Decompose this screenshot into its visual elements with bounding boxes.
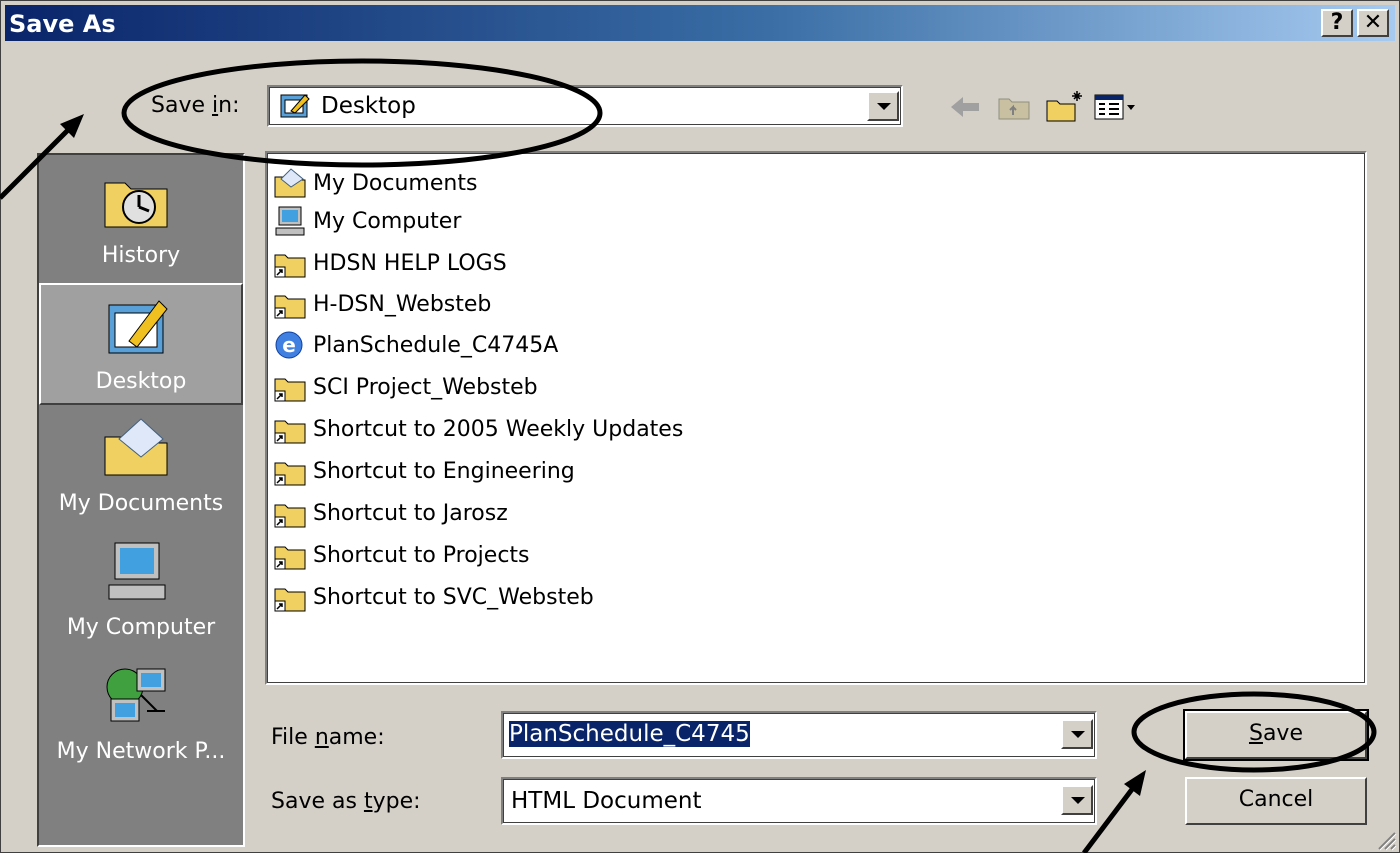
save-type-value: HTML Document — [511, 788, 702, 814]
resize-grip-icon[interactable] — [1373, 827, 1397, 851]
desktop-icon — [280, 94, 310, 118]
list-item[interactable]: Shortcut to Engineering — [273, 453, 575, 489]
file-name-input[interactable]: PlanSchedule_C4745 — [509, 721, 750, 747]
place-label: History — [101, 243, 181, 268]
file-name: H-DSN_Websteb — [313, 291, 492, 317]
save-in-value: Desktop — [321, 93, 416, 119]
place-network[interactable]: My Network P... — [39, 655, 243, 777]
window-title: Save As — [9, 10, 116, 38]
place-history[interactable]: History — [39, 159, 243, 281]
file-name: SCI Project_Websteb — [313, 374, 538, 400]
file-name: PlanSchedule_C4745A — [313, 332, 559, 358]
title-bar[interactable]: Save As ? ✕ — [5, 5, 1395, 41]
place-desktop[interactable]: Desktop — [39, 283, 243, 405]
place-label: My Network P... — [56, 739, 226, 764]
history-icon — [104, 182, 168, 228]
network-places-icon — [106, 668, 166, 722]
list-item[interactable]: HDSN HELP LOGS — [273, 245, 507, 281]
cancel-button[interactable]: Cancel — [1185, 777, 1367, 825]
file-name-dropdown-button[interactable] — [1061, 719, 1093, 749]
save-in-dropdown-button[interactable] — [867, 91, 899, 121]
place-my-documents[interactable]: My Documents — [39, 407, 243, 529]
save-as-dialog: Save As ? ✕ Save in: Desktop History Des… — [0, 0, 1400, 853]
folder-shortcut-icon — [274, 588, 306, 612]
up-folder-icon[interactable] — [993, 87, 1037, 127]
file-list[interactable]: My Documents My Computer HDSN HELP LOGS — [265, 151, 1367, 685]
file-name: Shortcut to 2005 Weekly Updates — [313, 416, 684, 442]
list-item[interactable]: Shortcut to Jarosz — [273, 495, 508, 531]
place-label: Desktop — [95, 369, 187, 394]
file-name-combo[interactable]: PlanSchedule_C4745 — [501, 711, 1097, 759]
folder-shortcut-icon — [274, 254, 306, 278]
list-item[interactable]: SCI Project_Websteb — [273, 369, 538, 405]
file-name: Shortcut to Engineering — [313, 458, 575, 484]
list-item[interactable]: H-DSN_Websteb — [273, 286, 491, 322]
file-name: Shortcut to SVC_Websteb — [313, 584, 594, 610]
places-bar: History Desktop My Documents My Computer… — [37, 153, 245, 847]
desktop-icon — [108, 300, 168, 354]
new-folder-icon[interactable] — [1043, 87, 1087, 127]
file-name: My Computer — [313, 208, 462, 234]
folder-shortcut-icon — [274, 378, 306, 402]
folder-shortcut-icon — [274, 462, 306, 486]
back-arrow-icon[interactable] — [943, 87, 987, 127]
save-in-combo[interactable]: Desktop — [267, 85, 903, 127]
svg-text:e: e — [282, 333, 296, 357]
folder-shortcut-icon — [274, 546, 306, 570]
list-item[interactable]: My Computer — [273, 203, 461, 239]
my-documents-icon — [274, 168, 306, 198]
folder-shortcut-icon — [274, 420, 306, 444]
save-type-combo[interactable]: HTML Document — [501, 777, 1097, 825]
file-name: HDSN HELP LOGS — [313, 250, 507, 276]
file-name: Shortcut to Jarosz — [313, 500, 508, 526]
place-label: My Computer — [66, 615, 216, 640]
file-name: Shortcut to Projects — [313, 542, 530, 568]
my-computer-icon — [108, 542, 166, 600]
folder-shortcut-icon — [274, 295, 306, 319]
my-documents-icon — [104, 418, 168, 476]
save-in-label: Save in: — [151, 93, 240, 118]
save-type-dropdown-button[interactable] — [1061, 785, 1093, 815]
file-name: My Documents — [313, 170, 478, 196]
ie-document-icon: e — [275, 331, 303, 359]
help-button[interactable]: ? — [1321, 9, 1353, 37]
close-button[interactable]: ✕ — [1357, 9, 1389, 37]
place-label: My Documents — [58, 491, 224, 516]
file-name-label: File name: — [271, 725, 385, 750]
save-type-label: Save as type: — [271, 789, 421, 814]
list-item[interactable]: Shortcut to SVC_Websteb — [273, 579, 594, 615]
view-menu-icon[interactable] — [1093, 87, 1137, 127]
list-item[interactable]: Shortcut to 2005 Weekly Updates — [273, 411, 683, 447]
list-item[interactable]: e PlanSchedule_C4745A — [273, 327, 558, 363]
my-computer-icon — [275, 206, 305, 236]
list-item[interactable]: Shortcut to Projects — [273, 537, 530, 573]
folder-shortcut-icon — [274, 504, 306, 528]
list-item[interactable]: My Documents — [273, 165, 477, 201]
place-my-computer[interactable]: My Computer — [39, 531, 243, 653]
save-button[interactable]: Save — [1183, 709, 1369, 761]
